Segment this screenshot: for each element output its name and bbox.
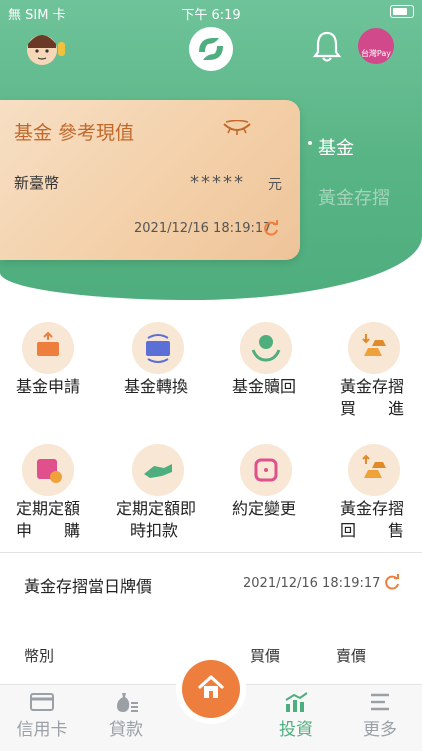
agreement-change-button[interactable]: 約定變更 <box>216 442 324 522</box>
fund-redeem-button[interactable]: 基金贖回 <box>216 320 324 400</box>
instant-debit-label-line1: 定期定額即 <box>116 499 197 518</box>
card-unit: 元 <box>268 177 282 193</box>
gold-sell-button[interactable]: 黃金存摺 回 售 <box>324 442 422 542</box>
clock: 下午 6:19 <box>181 8 241 23</box>
tab-label-loan: 貸款 <box>109 720 143 740</box>
side-tab-fund[interactable]: 基金 <box>318 134 354 160</box>
gold-sell-label: 黃金存摺 回 售 <box>340 498 422 542</box>
bell-icon[interactable] <box>310 28 344 64</box>
gold-refresh-icon[interactable] <box>383 573 401 591</box>
agreement-change-icon <box>240 444 292 496</box>
regular-subscribe-button[interactable]: 定期定額 申 購 <box>0 442 108 542</box>
card-title: 基金 參考現值 <box>14 122 135 144</box>
fund-apply-button[interactable]: 基金申請 <box>0 320 108 400</box>
menu-icon <box>371 693 389 711</box>
tab-credit-card[interactable]: 信用卡 <box>0 685 84 751</box>
gold-sell-icon <box>348 444 400 496</box>
bank-logo <box>189 27 233 71</box>
invest-icon <box>285 692 308 712</box>
instant-debit-button[interactable]: 定期定額即 時扣款 <box>108 442 216 542</box>
tab-invest[interactable]: 投資 <box>254 685 338 751</box>
column-header-currency: 幣別 <box>24 647 55 665</box>
credit-card-icon <box>30 693 54 711</box>
taiwan-pay-label: 台灣Pay <box>360 49 392 58</box>
gold-sell-label-line2: 回 售 <box>340 521 405 540</box>
fund-switch-button[interactable]: 基金轉換 <box>108 320 216 400</box>
card-currency: 新臺幣 <box>14 174 60 192</box>
battery-icon <box>390 5 414 18</box>
gold-buy-icon <box>348 322 400 374</box>
fund-redeem-label: 基金贖回 <box>232 377 297 396</box>
column-header-buy: 買價 <box>250 647 281 665</box>
agreement-change-label: 約定變更 <box>232 499 297 518</box>
active-tab-dot <box>308 141 312 145</box>
tab-label-more: 更多 <box>363 720 397 740</box>
gold-buy-label-line1: 黃金存摺 <box>340 377 405 396</box>
gold-buy-label-line2: 買 進 <box>340 399 405 418</box>
regular-subscribe-label-line2: 申 購 <box>16 521 81 540</box>
taiwan-pay-icon[interactable]: 台灣Pay <box>358 28 394 64</box>
loan-icon <box>117 693 138 712</box>
regular-subscribe-icon <box>22 444 74 496</box>
gold-buy-label: 黃金存摺 買 進 <box>340 376 422 420</box>
fund-apply-label: 基金申請 <box>16 377 81 396</box>
fund-switch-icon <box>132 322 184 374</box>
status-bar: 無 SIM 卡 下午 6:19 <box>0 0 422 24</box>
side-tab-gold[interactable]: 黃金存摺 <box>318 184 390 210</box>
fund-switch-label: 基金轉換 <box>124 377 189 396</box>
tab-loan[interactable]: 貸款 <box>84 685 168 751</box>
tab-more[interactable]: 更多 <box>338 685 422 751</box>
column-header-sell: 賣價 <box>336 647 367 665</box>
home-icon <box>198 675 224 698</box>
tab-label-invest: 投資 <box>279 720 313 740</box>
fund-redeem-icon <box>240 322 292 374</box>
gold-buy-button[interactable]: 黃金存摺 買 進 <box>324 320 422 420</box>
gold-price-timestamp: 2021/12/16 18:19:17 <box>243 576 381 591</box>
fund-apply-icon <box>22 322 74 374</box>
user-avatar[interactable] <box>20 28 68 70</box>
regular-subscribe-label: 定期定額 申 購 <box>16 498 80 542</box>
regular-subscribe-label-line1: 定期定額 <box>16 499 81 518</box>
eye-closed-icon[interactable] <box>222 120 252 136</box>
gold-sell-label-line1: 黃金存摺 <box>340 499 405 518</box>
card-timestamp: 2021/12/16 18:19:17 <box>134 221 272 236</box>
gold-price-title: 黃金存摺當日牌價 <box>24 577 153 596</box>
instant-debit-icon <box>132 444 184 496</box>
instant-debit-label-line2: 時扣款 <box>130 521 179 540</box>
instant-debit-label: 定期定額即 時扣款 <box>116 498 212 542</box>
fund-value-card[interactable]: 基金 參考現值 新臺幣 ***** 元 2021/12/16 18:19:17 <box>0 100 300 260</box>
tab-label-credit-card: 信用卡 <box>16 720 68 740</box>
refresh-icon[interactable] <box>262 219 280 237</box>
home-button[interactable] <box>182 660 240 718</box>
section-divider <box>0 552 422 553</box>
card-masked-value: ***** <box>190 172 245 193</box>
